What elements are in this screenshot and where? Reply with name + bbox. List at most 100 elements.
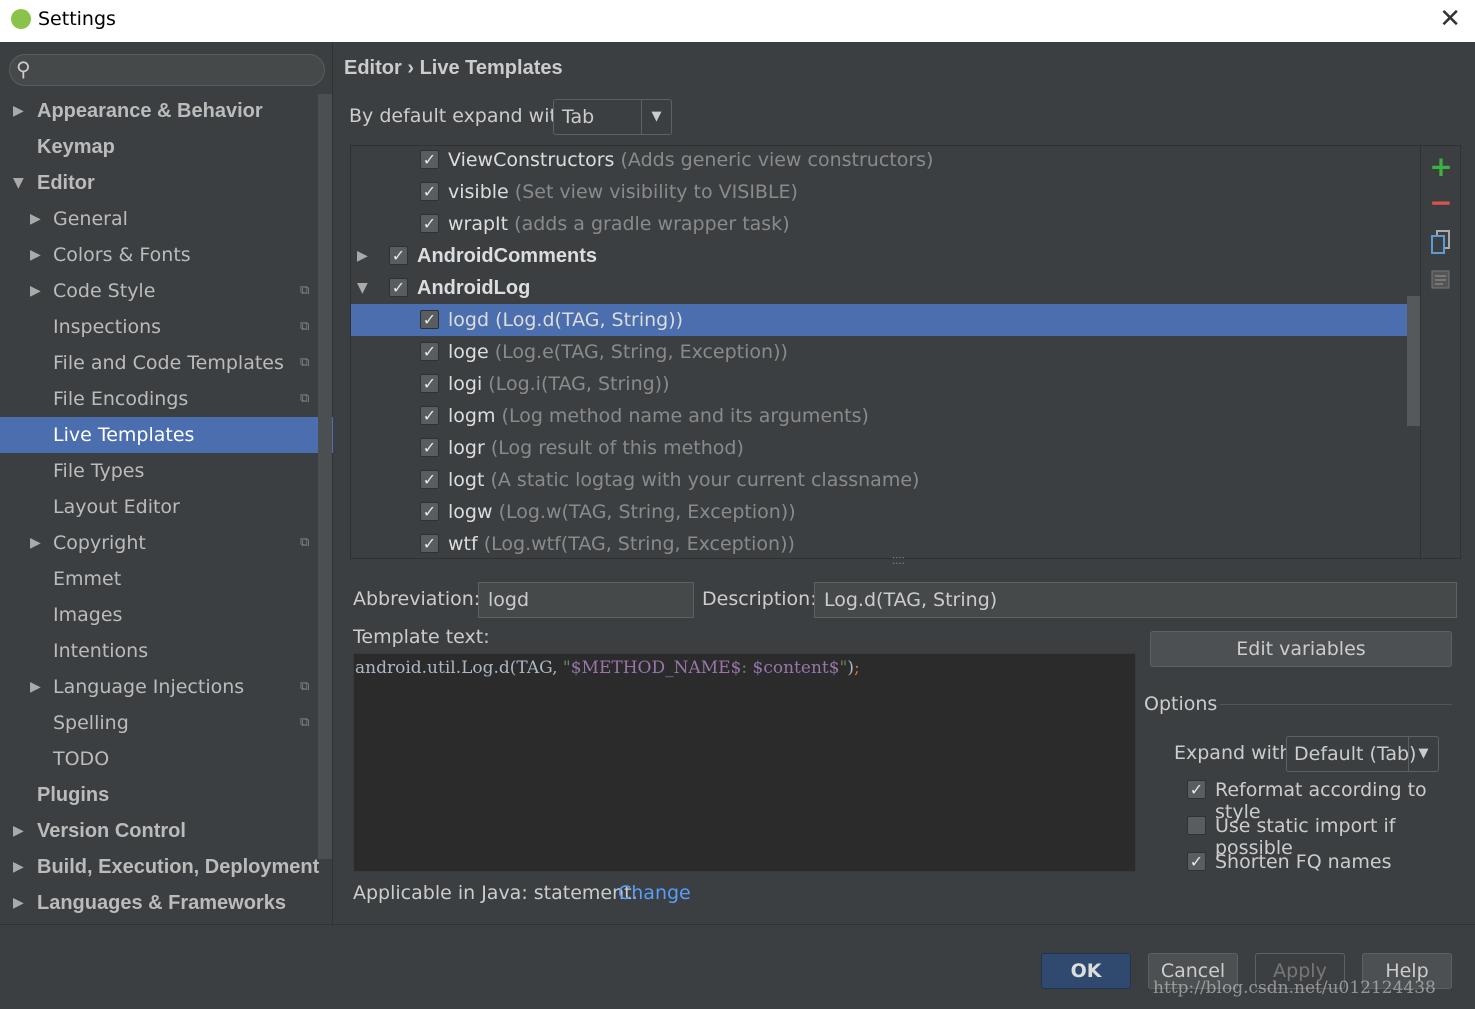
template-label: logr (Log result of this method)	[448, 432, 744, 464]
sidebar-item[interactable]: Images	[0, 597, 318, 633]
sidebar-scrollbar[interactable]	[318, 94, 332, 859]
expand-with-combo[interactable]: Default (Tab) ▼	[1286, 736, 1439, 772]
sidebar-item-label: Colors & Fonts	[53, 244, 191, 266]
sidebar-item-label: Code Style	[53, 280, 156, 302]
sidebar-item[interactable]: File and Code Templates ⧉	[0, 345, 318, 381]
expand-value: Tab	[562, 106, 595, 128]
chevron-right-icon[interactable]: ▶	[30, 201, 41, 237]
sidebar-item[interactable]: ▶ Code Style ⧉	[0, 273, 318, 309]
template-text-editor[interactable]: android.util.Log.d(TAG, "$METHOD_NAME$: …	[353, 653, 1136, 872]
template-checkbox[interactable]: ✓	[420, 438, 439, 457]
template-row[interactable]: ✓ logi (Log.i(TAG, String))	[351, 368, 1407, 400]
sidebar-item-label: Languages & Frameworks	[37, 892, 286, 914]
description-input[interactable]: Log.d(TAG, String)	[814, 582, 1457, 618]
change-link[interactable]: Change	[618, 882, 691, 904]
sidebar-item[interactable]: Live Templates	[0, 417, 333, 453]
sidebar-item[interactable]: TODO	[0, 741, 318, 777]
sidebar-item[interactable]: ▶ Language Injections ⧉	[0, 669, 318, 705]
chevron-right-icon[interactable]: ▶	[13, 813, 24, 849]
close-icon[interactable]: ✕	[1439, 4, 1461, 34]
template-row[interactable]: ✓ logw (Log.w(TAG, String, Exception))	[351, 496, 1407, 528]
template-checkbox[interactable]: ✓	[420, 502, 439, 521]
template-label: logt (A static logtag with your current …	[448, 464, 919, 496]
sidebar-item-label: Plugins	[37, 784, 110, 806]
sidebar-item[interactable]: File Types	[0, 453, 318, 489]
chevron-down-icon[interactable]: ▼	[13, 165, 24, 201]
chevron-right-icon[interactable]: ▶	[30, 669, 41, 705]
ok-button[interactable]: OK	[1041, 953, 1131, 989]
template-checkbox[interactable]: ✓	[420, 374, 439, 393]
template-group-row[interactable]: ▼ ✓ AndroidLog	[351, 272, 1407, 304]
chevron-right-icon[interactable]: ▶	[13, 885, 24, 921]
sidebar-item[interactable]: Inspections ⧉	[0, 309, 318, 345]
template-row[interactable]: ✓ logm (Log method name and its arguments…	[351, 400, 1407, 432]
add-icon[interactable]: +	[1421, 150, 1461, 183]
reformat-checkbox[interactable]: ✓	[1187, 780, 1206, 799]
list-toolbar: + −	[1421, 145, 1461, 559]
template-label: wtf (Log.wtf(TAG, String, Exception))	[448, 528, 795, 558]
template-row[interactable]: ✓ wrapIt (adds a gradle wrapper task)	[351, 208, 1407, 240]
template-checkbox[interactable]: ✓	[420, 150, 439, 169]
chevron-right-icon[interactable]: ▶	[30, 237, 41, 273]
sidebar-item[interactable]: ▼ Editor	[0, 165, 318, 201]
template-row[interactable]: ✓ loge (Log.e(TAG, String, Exception))	[351, 336, 1407, 368]
sidebar-item[interactable]: ▶ Appearance & Behavior	[0, 93, 318, 129]
template-description: (Log result of this method)	[490, 437, 744, 459]
template-row[interactable]: ✓ visible (Set view visibility to VISIBLE…	[351, 176, 1407, 208]
search-input[interactable]: ⚲	[9, 54, 325, 86]
chevron-right-icon[interactable]: ▶	[13, 93, 24, 129]
template-row[interactable]: ✓ logt (A static logtag with your current…	[351, 464, 1407, 496]
template-checkbox[interactable]: ✓	[420, 534, 439, 553]
sidebar-item[interactable]: Intentions	[0, 633, 318, 669]
splitter-handle[interactable]: ⁚⁚⁚⁚	[892, 556, 905, 567]
sidebar-item[interactable]: ▶ Languages & Frameworks	[0, 885, 318, 921]
template-checkbox[interactable]: ✓	[420, 342, 439, 361]
sidebar-item[interactable]: File Encodings ⧉	[0, 381, 318, 417]
sidebar-item-label: TODO	[53, 748, 110, 770]
template-checkbox[interactable]: ✓	[420, 406, 439, 425]
template-checkbox[interactable]: ✓	[420, 470, 439, 489]
project-settings-icon: ⧉	[300, 283, 310, 298]
breadcrumb-sep: ›	[407, 57, 415, 79]
remove-icon[interactable]: −	[1421, 186, 1461, 219]
chevron-right-icon[interactable]: ▶	[13, 849, 24, 885]
sidebar-item[interactable]: ▶ Copyright ⧉	[0, 525, 318, 561]
copy-icon[interactable]	[1421, 230, 1461, 261]
static-import-checkbox[interactable]	[1187, 816, 1206, 835]
chevron-right-icon[interactable]: ▶	[30, 525, 41, 561]
sidebar-item[interactable]: Spelling ⧉	[0, 705, 318, 741]
templates-list[interactable]: ✓ ViewConstructors (Adds generic view con…	[350, 145, 1421, 559]
template-checkbox[interactable]: ✓	[420, 310, 439, 329]
template-checkbox[interactable]: ✓	[389, 278, 408, 297]
template-row[interactable]: ✓ logr (Log result of this method)	[351, 432, 1407, 464]
template-row[interactable]: ✓ ViewConstructors (Adds generic view con…	[351, 146, 1407, 176]
template-row[interactable]: ✓ wtf (Log.wtf(TAG, String, Exception))	[351, 528, 1407, 558]
template-name: logd	[448, 309, 490, 331]
expand-combo[interactable]: Tab ▼	[553, 99, 672, 135]
chevron-right-icon[interactable]: ▶	[30, 273, 41, 309]
template-text-label: Template text:	[353, 626, 490, 648]
chevron-down-icon[interactable]: ▼	[357, 272, 368, 304]
edit-variables-button[interactable]: Edit variables	[1150, 631, 1452, 667]
template-name: ViewConstructors	[448, 149, 615, 171]
sidebar-item[interactable]: ▶ General	[0, 201, 318, 237]
template-row[interactable]: ✓ logd (Log.d(TAG, String))	[351, 304, 1407, 336]
project-settings-icon: ⧉	[300, 391, 310, 406]
sidebar-item[interactable]: Plugins	[0, 777, 318, 813]
sidebar-item[interactable]: Keymap	[0, 129, 318, 165]
shorten-fq-checkbox[interactable]: ✓	[1187, 852, 1206, 871]
sidebar-item[interactable]: Layout Editor	[0, 489, 318, 525]
list-scrollbar[interactable]	[1407, 296, 1420, 426]
abbreviation-input[interactable]: logd	[478, 582, 694, 618]
sidebar-item[interactable]: ▶ Build, Execution, Deployment	[0, 849, 319, 885]
template-group-row[interactable]: ▶ ✓ AndroidComments	[351, 240, 1407, 272]
sidebar-item[interactable]: ▶ Version Control	[0, 813, 318, 849]
template-checkbox[interactable]: ✓	[389, 246, 408, 265]
template-checkbox[interactable]: ✓	[420, 214, 439, 233]
sidebar-item[interactable]: Emmet	[0, 561, 318, 597]
code-plain: android.util.Log.d(TAG,	[355, 658, 563, 678]
template-group-icon[interactable]	[1421, 270, 1461, 295]
template-checkbox[interactable]: ✓	[420, 182, 439, 201]
sidebar-item[interactable]: ▶ Colors & Fonts	[0, 237, 318, 273]
chevron-right-icon[interactable]: ▶	[357, 240, 368, 272]
